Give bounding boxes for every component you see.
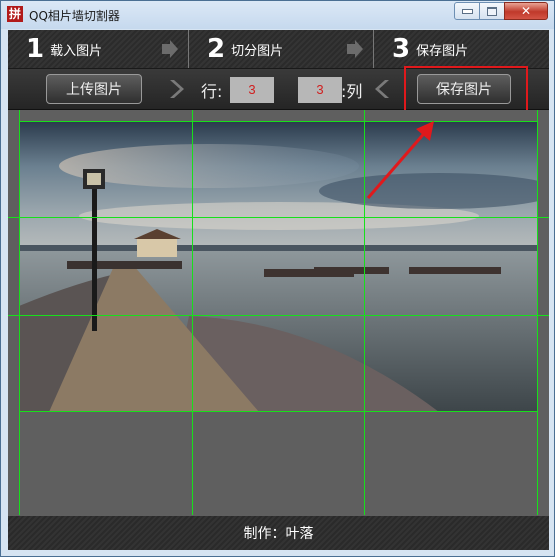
step-split: 2 切分图片 bbox=[189, 30, 373, 68]
close-button[interactable]: ✕ bbox=[504, 2, 548, 20]
grid-line-h bbox=[19, 121, 538, 122]
app-window: 拼 QQ相片墙切割器 ✕ 1 载入图片 2 切分图片 3 保存图片 上传图片 行… bbox=[0, 0, 555, 557]
client-area: 1 载入图片 2 切分图片 3 保存图片 上传图片 行: :列 bbox=[8, 30, 549, 550]
preview-photo bbox=[19, 121, 537, 412]
chevron-left-icon bbox=[375, 80, 389, 98]
arrow-right-icon bbox=[162, 40, 178, 58]
upload-image-button[interactable]: 上传图片 bbox=[46, 74, 142, 104]
step-label: 载入图片 bbox=[50, 43, 103, 59]
step-label: 切分图片 bbox=[231, 43, 284, 59]
footer-credit: 制作：叶落 bbox=[243, 526, 314, 542]
footer: 制作：叶落 bbox=[8, 516, 549, 550]
cols-input[interactable] bbox=[298, 77, 342, 103]
minimize-icon bbox=[461, 8, 473, 14]
close-icon: ✕ bbox=[520, 4, 532, 18]
maximize-icon bbox=[487, 6, 497, 16]
steps-bar: 1 载入图片 2 切分图片 3 保存图片 bbox=[8, 30, 549, 69]
chevron-right-icon bbox=[170, 80, 184, 98]
grid-line-v bbox=[537, 110, 538, 515]
grid-line-h bbox=[8, 315, 549, 316]
grid-line-h bbox=[8, 217, 549, 218]
window-title: QQ相片墙切割器 bbox=[29, 9, 120, 23]
step-label: 保存图片 bbox=[416, 43, 469, 59]
grid-line-v bbox=[19, 110, 20, 515]
step-load: 1 载入图片 bbox=[8, 30, 188, 68]
grid-line-h bbox=[19, 411, 538, 412]
maximize-button[interactable] bbox=[479, 2, 505, 20]
rows-label: 行: bbox=[201, 82, 223, 101]
app-icon: 拼 bbox=[7, 6, 23, 22]
annotation-arrow-icon bbox=[366, 121, 434, 199]
title-bar[interactable]: 拼 QQ相片墙切割器 ✕ bbox=[1, 1, 554, 29]
pier-landscape-image bbox=[19, 121, 537, 412]
step-number: 1 bbox=[26, 34, 45, 64]
window-controls: ✕ bbox=[454, 2, 548, 20]
step-number: 3 bbox=[392, 34, 411, 64]
arrow-right-icon bbox=[347, 40, 363, 58]
grid-line-v bbox=[192, 110, 193, 515]
rows-input[interactable] bbox=[230, 77, 274, 103]
step-number: 2 bbox=[207, 34, 226, 64]
image-canvas bbox=[8, 110, 549, 515]
minimize-button[interactable] bbox=[454, 2, 480, 20]
step-save: 3 保存图片 bbox=[374, 30, 549, 68]
cols-label: :列 bbox=[341, 82, 363, 101]
